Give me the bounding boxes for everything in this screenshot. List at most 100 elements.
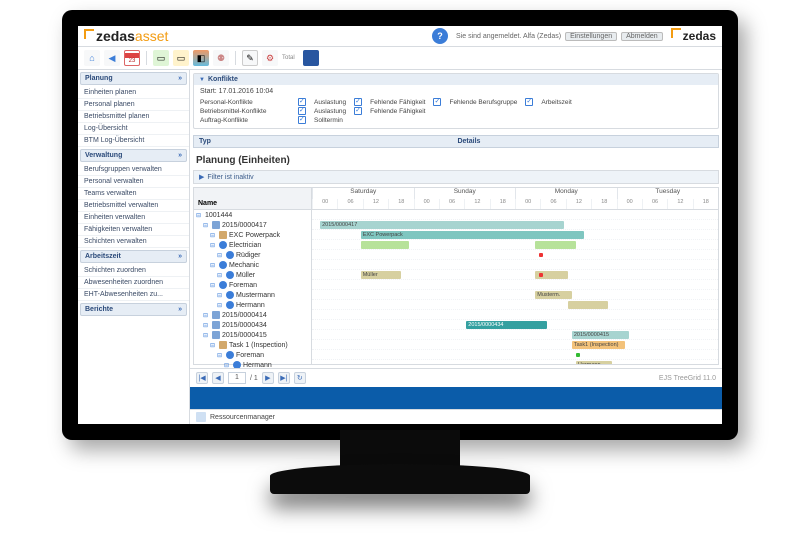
tree-row[interactable]: ⊟2015/0000417 (194, 220, 311, 230)
tree-row[interactable]: ⊟2015/0000434 (194, 320, 311, 330)
checkbox[interactable] (354, 107, 362, 115)
gantt-row (312, 240, 718, 250)
pager-info: EJS TreeGrid 11.0 (659, 375, 716, 382)
app-header: zedasasset ? Sie sind angemeldet. Alfa (… (78, 26, 722, 47)
tools-icon[interactable]: ⚙ (262, 50, 278, 66)
hour-tick: 06 (642, 199, 667, 209)
pager-total: / 1 (250, 375, 258, 382)
conflict-columns: Typ Details (193, 135, 719, 148)
sidebar-group[interactable]: Planung» (80, 72, 187, 85)
sidebar-item[interactable]: EHT-Abwesenheiten zu... (78, 289, 189, 301)
hour-tick: 12 (363, 199, 388, 209)
checkbox[interactable] (433, 98, 441, 106)
tree-row[interactable]: ⊟EXC Powerpack (194, 230, 311, 240)
tree-row[interactable]: ⊟2015/0000414 (194, 310, 311, 320)
sidebar-item[interactable]: Personal verwalten (78, 176, 189, 188)
help-icon[interactable]: ? (432, 28, 448, 44)
sidebar-item[interactable]: Abwesenheiten zuordnen (78, 277, 189, 289)
tree-row[interactable]: ⊟1001444 (194, 210, 311, 220)
filter-bar[interactable]: ▶Filter ist inaktiv (193, 170, 719, 184)
conflicts-title: Konflikte (208, 76, 238, 83)
hour-tick: 00 (617, 199, 642, 209)
hour-tick: 18 (693, 199, 718, 209)
sidebar-item[interactable]: Betriebsmittel verwalten (78, 200, 189, 212)
gantt-bar[interactable]: Task1 (Inspection) (572, 341, 625, 349)
sidebar-group[interactable]: Berichte» (80, 303, 187, 316)
tree-row[interactable]: ⊟2015/0000415 (194, 330, 311, 340)
conflict-row: Auftrag-KonflikteSolltermin (200, 116, 712, 124)
main-toolbar: ⌂ ◀ 23 ▭ ▭ ◧ ⚉ ✎ ⚙ Total (78, 47, 722, 70)
sidebar-item[interactable]: Personal planen (78, 99, 189, 111)
sidebar-item[interactable]: Log-Übersicht (78, 123, 189, 135)
sidebar-item[interactable]: BTM Log-Übersicht (78, 135, 189, 147)
tree-row[interactable]: ⊟Foreman (194, 350, 311, 360)
checkbox[interactable] (298, 107, 306, 115)
monitor-stand (340, 430, 460, 470)
calendar-icon[interactable]: 23 (124, 50, 140, 66)
tree-row[interactable]: ⊟Rüdiger (194, 250, 311, 260)
back-icon[interactable]: ◀ (104, 50, 120, 66)
pager-prev[interactable]: ◀ (212, 372, 224, 384)
sidebar-item[interactable]: Einheiten planen (78, 87, 189, 99)
footer: Ressourcenmanager (190, 409, 722, 424)
gantt-row: Hermann (312, 360, 718, 364)
chart-icon[interactable]: ◧ (193, 50, 209, 66)
sidebar-item[interactable]: Schichten verwalten (78, 236, 189, 248)
tree-row[interactable]: ⊟Müller (194, 270, 311, 280)
tree-row[interactable]: ⊟Electrician (194, 240, 311, 250)
sidebar-group[interactable]: Arbeitszeit» (80, 250, 187, 263)
sidebar-item[interactable]: Einheiten verwalten (78, 212, 189, 224)
hour-tick: 06 (439, 199, 464, 209)
checkbox[interactable] (298, 116, 306, 124)
gantt-bar[interactable]: 2015/0000415 (572, 331, 629, 339)
pager-refresh[interactable]: ↻ (294, 372, 306, 384)
brand-logo: zedasasset (84, 28, 168, 44)
home-icon[interactable]: ⌂ (84, 50, 100, 66)
gantt-row (312, 310, 718, 320)
tree-row[interactable]: ⊟Hermann (194, 300, 311, 310)
sidebar-item[interactable]: Schichten zuordnen (78, 265, 189, 277)
gantt-bar[interactable]: Müller (361, 271, 402, 279)
pager: |◀ ◀ 1 / 1 ▶ ▶| ↻ EJS TreeGrid 11.0 (190, 368, 722, 387)
settings-button[interactable]: Einstellungen (565, 32, 617, 41)
logged-in-text: Sie sind angemeldet. Alfa (Zedas) (456, 33, 561, 40)
checkbox[interactable] (354, 98, 362, 106)
hour-tick: 00 (312, 199, 337, 209)
sidebar-group[interactable]: Verwaltung» (80, 149, 187, 162)
checkbox[interactable] (298, 98, 306, 106)
notes-icon[interactable]: ✎ (242, 50, 258, 66)
pager-next[interactable]: ▶ (262, 372, 274, 384)
sidebar-item[interactable]: Betriebsmittel planen (78, 111, 189, 123)
gantt-bar[interactable]: 2015/0000434 (466, 321, 547, 329)
gantt-bar[interactable] (361, 241, 410, 249)
status-dot (576, 353, 580, 357)
sidebar-item[interactable]: Fähigkeiten verwalten (78, 224, 189, 236)
logout-button[interactable]: Abmelden (621, 32, 663, 41)
gantt-bar[interactable] (568, 301, 609, 309)
gantt-bar[interactable]: Musterm. (535, 291, 572, 299)
gantt-bar[interactable]: Hermann (576, 361, 613, 364)
book-icon[interactable] (303, 50, 319, 66)
tree-row[interactable]: ⊟Task 1 (Inspection) (194, 340, 311, 350)
gantt-bar[interactable] (535, 241, 576, 249)
doc-yellow-icon[interactable]: ▭ (173, 50, 189, 66)
screen: zedasasset ? Sie sind angemeldet. Alfa (… (78, 26, 722, 424)
sidebar-item[interactable]: Teams verwalten (78, 188, 189, 200)
doc-green-icon[interactable]: ▭ (153, 50, 169, 66)
pager-page[interactable]: 1 (228, 372, 246, 384)
tree-row[interactable]: ⊟Mechanic (194, 260, 311, 270)
tree-row[interactable]: ⊟Mustermann (194, 290, 311, 300)
gantt-row: EXC Powerpack (312, 230, 718, 240)
pager-first[interactable]: |◀ (196, 372, 208, 384)
gantt-bar[interactable]: EXC Powerpack (361, 231, 584, 239)
gantt-row: Müller (312, 270, 718, 280)
module-icon (196, 412, 206, 422)
users-icon[interactable]: ⚉ (213, 50, 229, 66)
sidebar-item[interactable]: Berufsgruppen verwalten (78, 164, 189, 176)
checkbox[interactable] (525, 98, 533, 106)
pager-last[interactable]: ▶| (278, 372, 290, 384)
hour-tick: 00 (414, 199, 439, 209)
gantt-bar[interactable]: 2015/0000417 (320, 221, 564, 229)
gantt-row: Musterm. (312, 290, 718, 300)
tree-row[interactable]: ⊟Foreman (194, 280, 311, 290)
